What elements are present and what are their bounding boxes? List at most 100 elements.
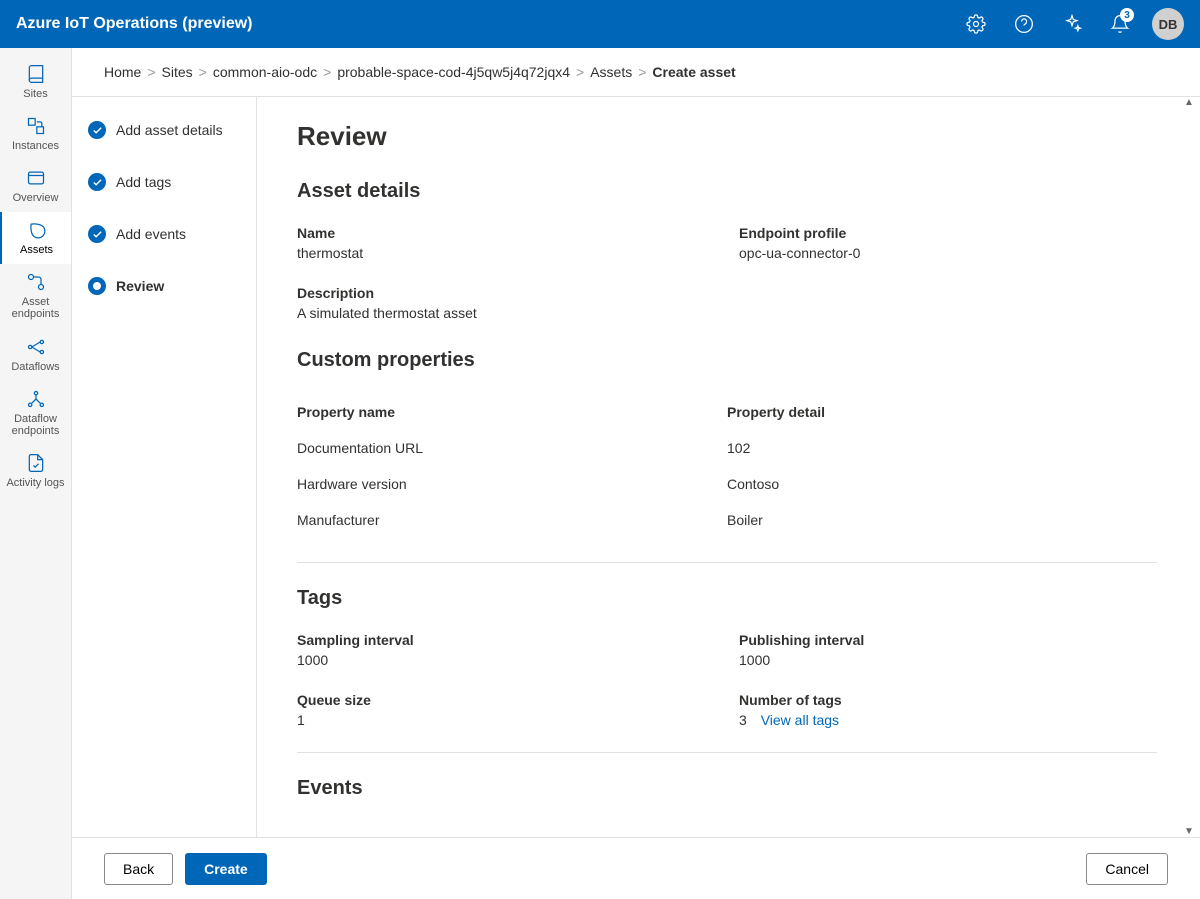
breadcrumb-link[interactable]: common-aio-odc (213, 64, 317, 80)
sidebar-item-dataflows[interactable]: Dataflows (0, 329, 71, 381)
header-actions: 3 DB (956, 4, 1184, 44)
feedback-button[interactable] (1052, 4, 1092, 44)
breadcrumb-link[interactable]: Home (104, 64, 141, 80)
create-button[interactable]: Create (185, 853, 267, 885)
field-value-name: thermostat (297, 245, 715, 261)
cell-name: Manufacturer (297, 512, 727, 528)
step-done-icon (88, 173, 106, 191)
breadcrumb-separator (199, 64, 207, 80)
scrollbar-indicators: ▲ ▼ (1184, 97, 1198, 837)
step-label: Add asset details (116, 122, 223, 138)
field-label: Sampling interval (297, 632, 715, 648)
dataflow-endpoints-icon (26, 389, 46, 409)
section-heading-asset-details: Asset details (297, 180, 1160, 203)
field-label: Endpoint profile (739, 225, 1157, 241)
divider (297, 562, 1157, 563)
sidebar-item-assets[interactable]: Assets (0, 212, 71, 264)
step-done-icon (88, 121, 106, 139)
sites-icon (26, 64, 46, 84)
header-bar: Azure IoT Operations (preview) 3 DB (0, 0, 1200, 48)
breadcrumb-link[interactable]: Sites (162, 64, 193, 80)
section-heading-events: Events (297, 777, 1160, 800)
breadcrumb: Home Sites common-aio-odc probable-space… (72, 48, 1200, 97)
sidebar-nav: Sites Instances Overview Assets Asset en… (0, 48, 72, 899)
sidebar-item-label: Asset endpoints (2, 296, 69, 320)
step-label: Add events (116, 226, 186, 242)
help-icon (1014, 14, 1034, 34)
breadcrumb-separator (638, 64, 646, 80)
asset-details-grid: Name thermostat Endpoint profile opc-ua-… (297, 225, 1157, 321)
step-label: Review (116, 278, 164, 294)
breadcrumb-separator (147, 64, 155, 80)
sidebar-item-instances[interactable]: Instances (0, 108, 71, 160)
activity-logs-icon (26, 453, 46, 473)
scroll-up-icon: ▲ (1184, 97, 1198, 108)
field-label: Publishing interval (739, 632, 1157, 648)
settings-button[interactable] (956, 4, 996, 44)
breadcrumb-link[interactable]: Assets (590, 64, 632, 80)
sidebar-item-asset-endpoints[interactable]: Asset endpoints (0, 264, 71, 328)
back-button[interactable]: Back (104, 853, 173, 885)
column-header: Property name (297, 404, 727, 420)
assets-icon (27, 220, 47, 240)
sidebar-item-dataflow-endpoints[interactable]: Dataflow endpoints (0, 381, 71, 445)
asset-endpoints-icon (26, 272, 46, 292)
field-value-publishing: 1000 (739, 652, 1157, 668)
field-label: Description (297, 285, 1157, 301)
sidebar-item-label: Dataflows (11, 361, 59, 373)
sidebar-item-label: Activity logs (6, 477, 64, 489)
tags-grid: Sampling interval 1000 Publishing interv… (297, 632, 1157, 728)
dataflows-icon (26, 337, 46, 357)
overview-icon (26, 168, 46, 188)
cell-name: Hardware version (297, 476, 727, 492)
field-value-description: A simulated thermostat asset (297, 305, 1157, 321)
breadcrumb-separator (323, 64, 331, 80)
page-title: Review (297, 121, 1160, 152)
section-heading-custom-properties: Custom properties (297, 349, 1160, 372)
field-label: Queue size (297, 692, 715, 708)
sidebar-item-label: Instances (12, 140, 59, 152)
step-current-icon (88, 277, 106, 295)
divider (297, 752, 1157, 753)
user-avatar[interactable]: DB (1152, 8, 1184, 40)
field-label: Name (297, 225, 715, 241)
sidebar-item-label: Sites (23, 88, 47, 100)
help-button[interactable] (1004, 4, 1044, 44)
breadcrumb-current: Create asset (652, 64, 735, 80)
step-add-tags[interactable]: Add tags (88, 173, 240, 191)
cell-detail: Boiler (727, 512, 1157, 528)
step-review[interactable]: Review (88, 277, 240, 295)
step-add-events[interactable]: Add events (88, 225, 240, 243)
sidebar-item-label: Dataflow endpoints (2, 413, 69, 437)
instances-icon (26, 116, 46, 136)
field-label: Number of tags (739, 692, 1157, 708)
sidebar-item-label: Overview (13, 192, 59, 204)
step-label: Add tags (116, 174, 171, 190)
table-row: Hardware version Contoso (297, 466, 1157, 502)
scroll-down-icon: ▼ (1184, 826, 1198, 837)
cell-name: Documentation URL (297, 440, 727, 456)
wizard-steps: Add asset details Add tags Add events Re… (72, 97, 257, 837)
wizard-footer: Back Create Cancel (72, 837, 1200, 899)
field-value-queue: 1 (297, 712, 715, 728)
review-panel: Review Asset details Name thermostat End… (257, 97, 1200, 837)
table-row: Documentation URL 102 (297, 430, 1157, 466)
cell-detail: Contoso (727, 476, 1157, 492)
view-all-tags-link[interactable]: View all tags (761, 712, 839, 728)
field-value-endpoint: opc-ua-connector-0 (739, 245, 1157, 261)
notification-badge: 3 (1120, 8, 1134, 22)
cancel-button[interactable]: Cancel (1086, 853, 1168, 885)
breadcrumb-link[interactable]: probable-space-cod-4j5qw5j4q72jqx4 (337, 64, 570, 80)
notifications-button[interactable]: 3 (1100, 4, 1140, 44)
column-header: Property detail (727, 404, 1157, 420)
sidebar-item-activity-logs[interactable]: Activity logs (0, 445, 71, 497)
section-heading-tags: Tags (297, 587, 1160, 610)
sidebar-item-overview[interactable]: Overview (0, 160, 71, 212)
table-row: Manufacturer Boiler (297, 502, 1157, 538)
step-add-asset-details[interactable]: Add asset details (88, 121, 240, 139)
step-done-icon (88, 225, 106, 243)
breadcrumb-separator (576, 64, 584, 80)
app-title: Azure IoT Operations (preview) (16, 15, 956, 33)
sidebar-item-sites[interactable]: Sites (0, 56, 71, 108)
gear-icon (966, 14, 986, 34)
